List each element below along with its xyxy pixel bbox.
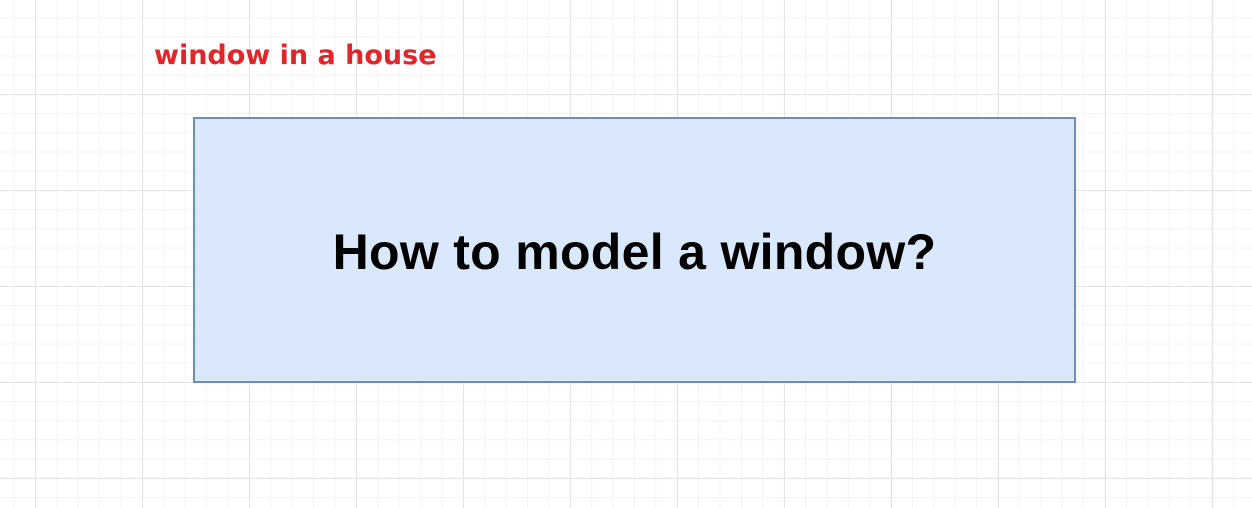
annotation-text: window in a house [154,40,437,71]
diagram-canvas: window in a house How to model a window? [0,0,1252,508]
question-box[interactable]: How to model a window? [193,117,1076,383]
question-box-label: How to model a window? [332,224,937,280]
